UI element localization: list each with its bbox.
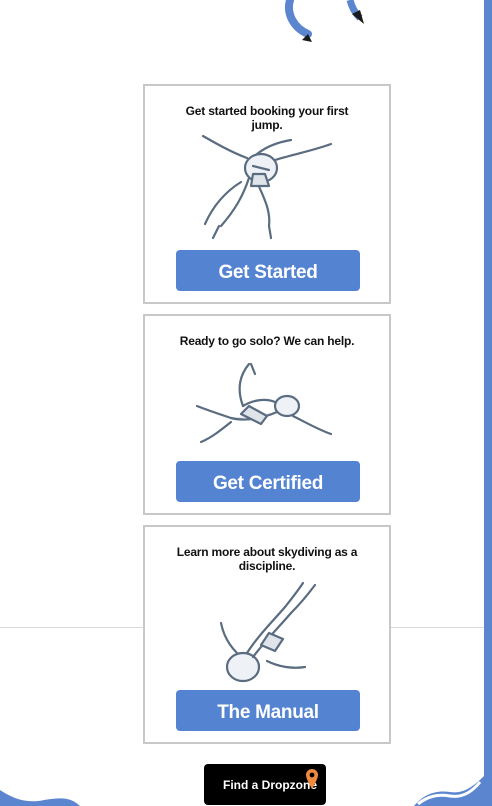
logo-partial (285, 0, 364, 42)
map-pin-icon (306, 769, 318, 789)
skydiver-illustration (201, 134, 333, 240)
decorative-shape (414, 776, 484, 806)
card-get-started: Get started booking your first jump. Get… (143, 84, 391, 304)
find-dropzone-label: Find a Dropzone (223, 777, 317, 792)
skydiver-illustration (219, 581, 317, 683)
decorative-shape (0, 784, 80, 806)
card-the-manual: Learn more about skydiving as a discipli… (143, 525, 391, 744)
card-get-certified: Ready to go solo? We can help. Get Certi… (143, 314, 391, 515)
right-accent-strip (484, 0, 492, 806)
skydiver-illustration (195, 362, 333, 444)
get-started-button[interactable]: Get Started (176, 250, 360, 291)
the-manual-button[interactable]: The Manual (176, 690, 360, 731)
card-description: Learn more about skydiving as a discipli… (176, 545, 358, 573)
find-dropzone-button[interactable]: Find a Dropzone (204, 764, 326, 805)
get-certified-button[interactable]: Get Certified (176, 461, 360, 502)
card-description: Ready to go solo? We can help. (179, 334, 355, 348)
